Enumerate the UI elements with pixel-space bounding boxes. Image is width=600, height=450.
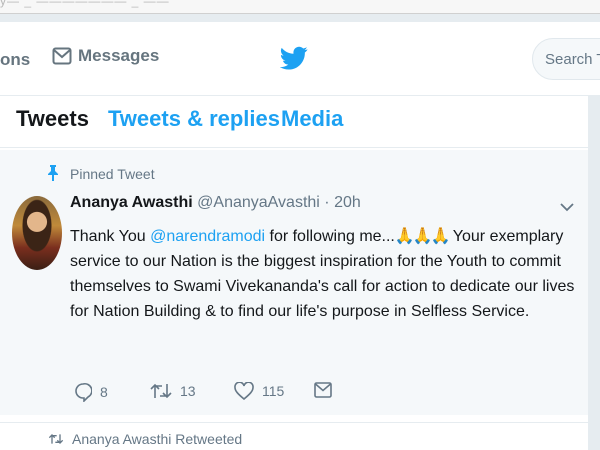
direct-message-button[interactable]: [314, 382, 332, 398]
tweet-actions: 8 13 115: [74, 382, 394, 406]
reply-button[interactable]: 8: [74, 382, 108, 402]
time-separator: ·: [324, 194, 330, 211]
mention-link[interactable]: @narendramodi: [150, 228, 265, 245]
retweet-button[interactable]: 13: [150, 382, 196, 400]
chevron-down-icon[interactable]: [560, 202, 574, 212]
retweeted-item[interactable]: Ananya Awasthi Retweeted: [0, 422, 588, 450]
pinned-tweet[interactable]: Pinned Tweet Ananya Awasthi @AnanyaAvast…: [0, 150, 588, 415]
top-nav: ons Messages Search Twi: [0, 22, 600, 96]
envelope-icon: [314, 382, 332, 398]
tab-tweets[interactable]: Tweets: [16, 106, 89, 132]
like-button[interactable]: 115: [234, 382, 284, 400]
like-count: 115: [262, 383, 285, 399]
tweet-text-part: for following me...: [265, 228, 395, 245]
author-name[interactable]: Ananya Awasthi: [70, 194, 193, 211]
tab-media[interactable]: Media: [281, 106, 343, 132]
author-handle[interactable]: @AnanyaAvasthi: [197, 194, 320, 211]
tab-tweets-and-replies[interactable]: Tweets & replies: [108, 106, 280, 132]
avatar[interactable]: [12, 196, 62, 270]
retweet-note-label: Ananya Awasthi Retweeted: [72, 431, 243, 447]
retweet-icon: [150, 383, 172, 399]
nav-messages[interactable]: Messages: [52, 46, 159, 66]
profile-tabs: Tweets Tweets & replies Media: [0, 96, 588, 148]
search-input[interactable]: Search Twi: [532, 38, 600, 80]
pin-icon: [48, 165, 58, 181]
folded-hands-emoji: 🙏🙏🙏: [394, 228, 451, 245]
browser-strip: y— _ ——————— _ ——: [0, 0, 600, 14]
tweet-time[interactable]: 20h: [334, 194, 361, 211]
nav-messages-label: Messages: [78, 46, 160, 65]
retweet-note: Ananya Awasthi Retweeted: [48, 431, 242, 447]
nav-notifications[interactable]: ons: [0, 50, 30, 70]
twitter-bird-icon[interactable]: [280, 44, 308, 72]
tweet-text-part: Thank You: [70, 228, 151, 245]
pinned-label: Pinned Tweet: [70, 166, 155, 182]
tweet-header: Ananya Awasthi @AnanyaAvasthi · 20h: [70, 194, 361, 212]
envelope-icon: [52, 47, 72, 65]
profile-timeline: Tweets Tweets & replies Media Pinned Twe…: [0, 96, 588, 450]
retweet-icon: [48, 434, 64, 444]
tweet-text: Thank You @narendramodi for following me…: [70, 224, 582, 324]
browser-strip-text: y— _ ——————— _ ——: [0, 0, 170, 8]
heart-icon: [234, 382, 254, 400]
reply-count: 8: [100, 384, 108, 400]
reply-icon: [75, 382, 92, 402]
retweet-count: 13: [180, 383, 196, 399]
